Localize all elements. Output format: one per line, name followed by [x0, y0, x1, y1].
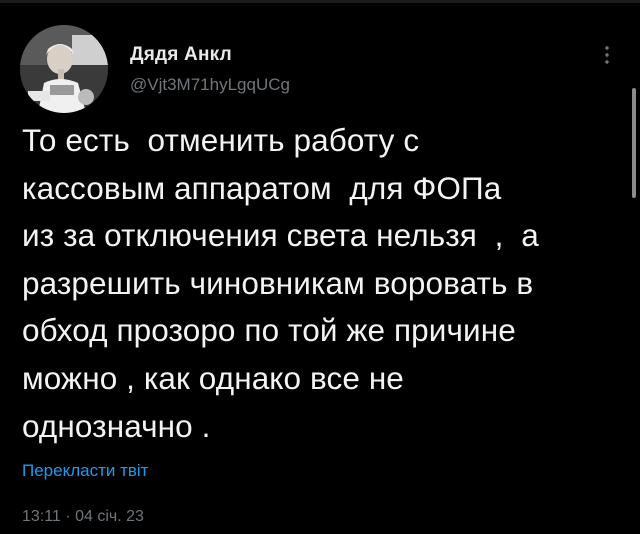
- author-block[interactable]: Дядя Анкл @Vjt3M71hyLgqUCg: [130, 44, 290, 95]
- scrollbar[interactable]: [632, 88, 636, 198]
- author-handle[interactable]: @Vjt3M71hyLgqUCg: [130, 75, 290, 95]
- tweet-timestamp[interactable]: 13:11 · 04 січ. 23: [22, 508, 144, 526]
- translate-tweet-link[interactable]: Перекласти твіт: [22, 461, 148, 481]
- tweet-text: То есть отменить работу с кассовым аппар…: [22, 122, 539, 444]
- top-divider: [0, 0, 640, 3]
- avatar[interactable]: [20, 25, 108, 113]
- avatar-image: [20, 25, 108, 113]
- author-display-name[interactable]: Дядя Анкл: [130, 44, 290, 66]
- more-vertical-icon[interactable]: [596, 44, 618, 66]
- tweet: Дядя Анкл @Vjt3M71hyLgqUCg То есть отмен…: [0, 0, 640, 534]
